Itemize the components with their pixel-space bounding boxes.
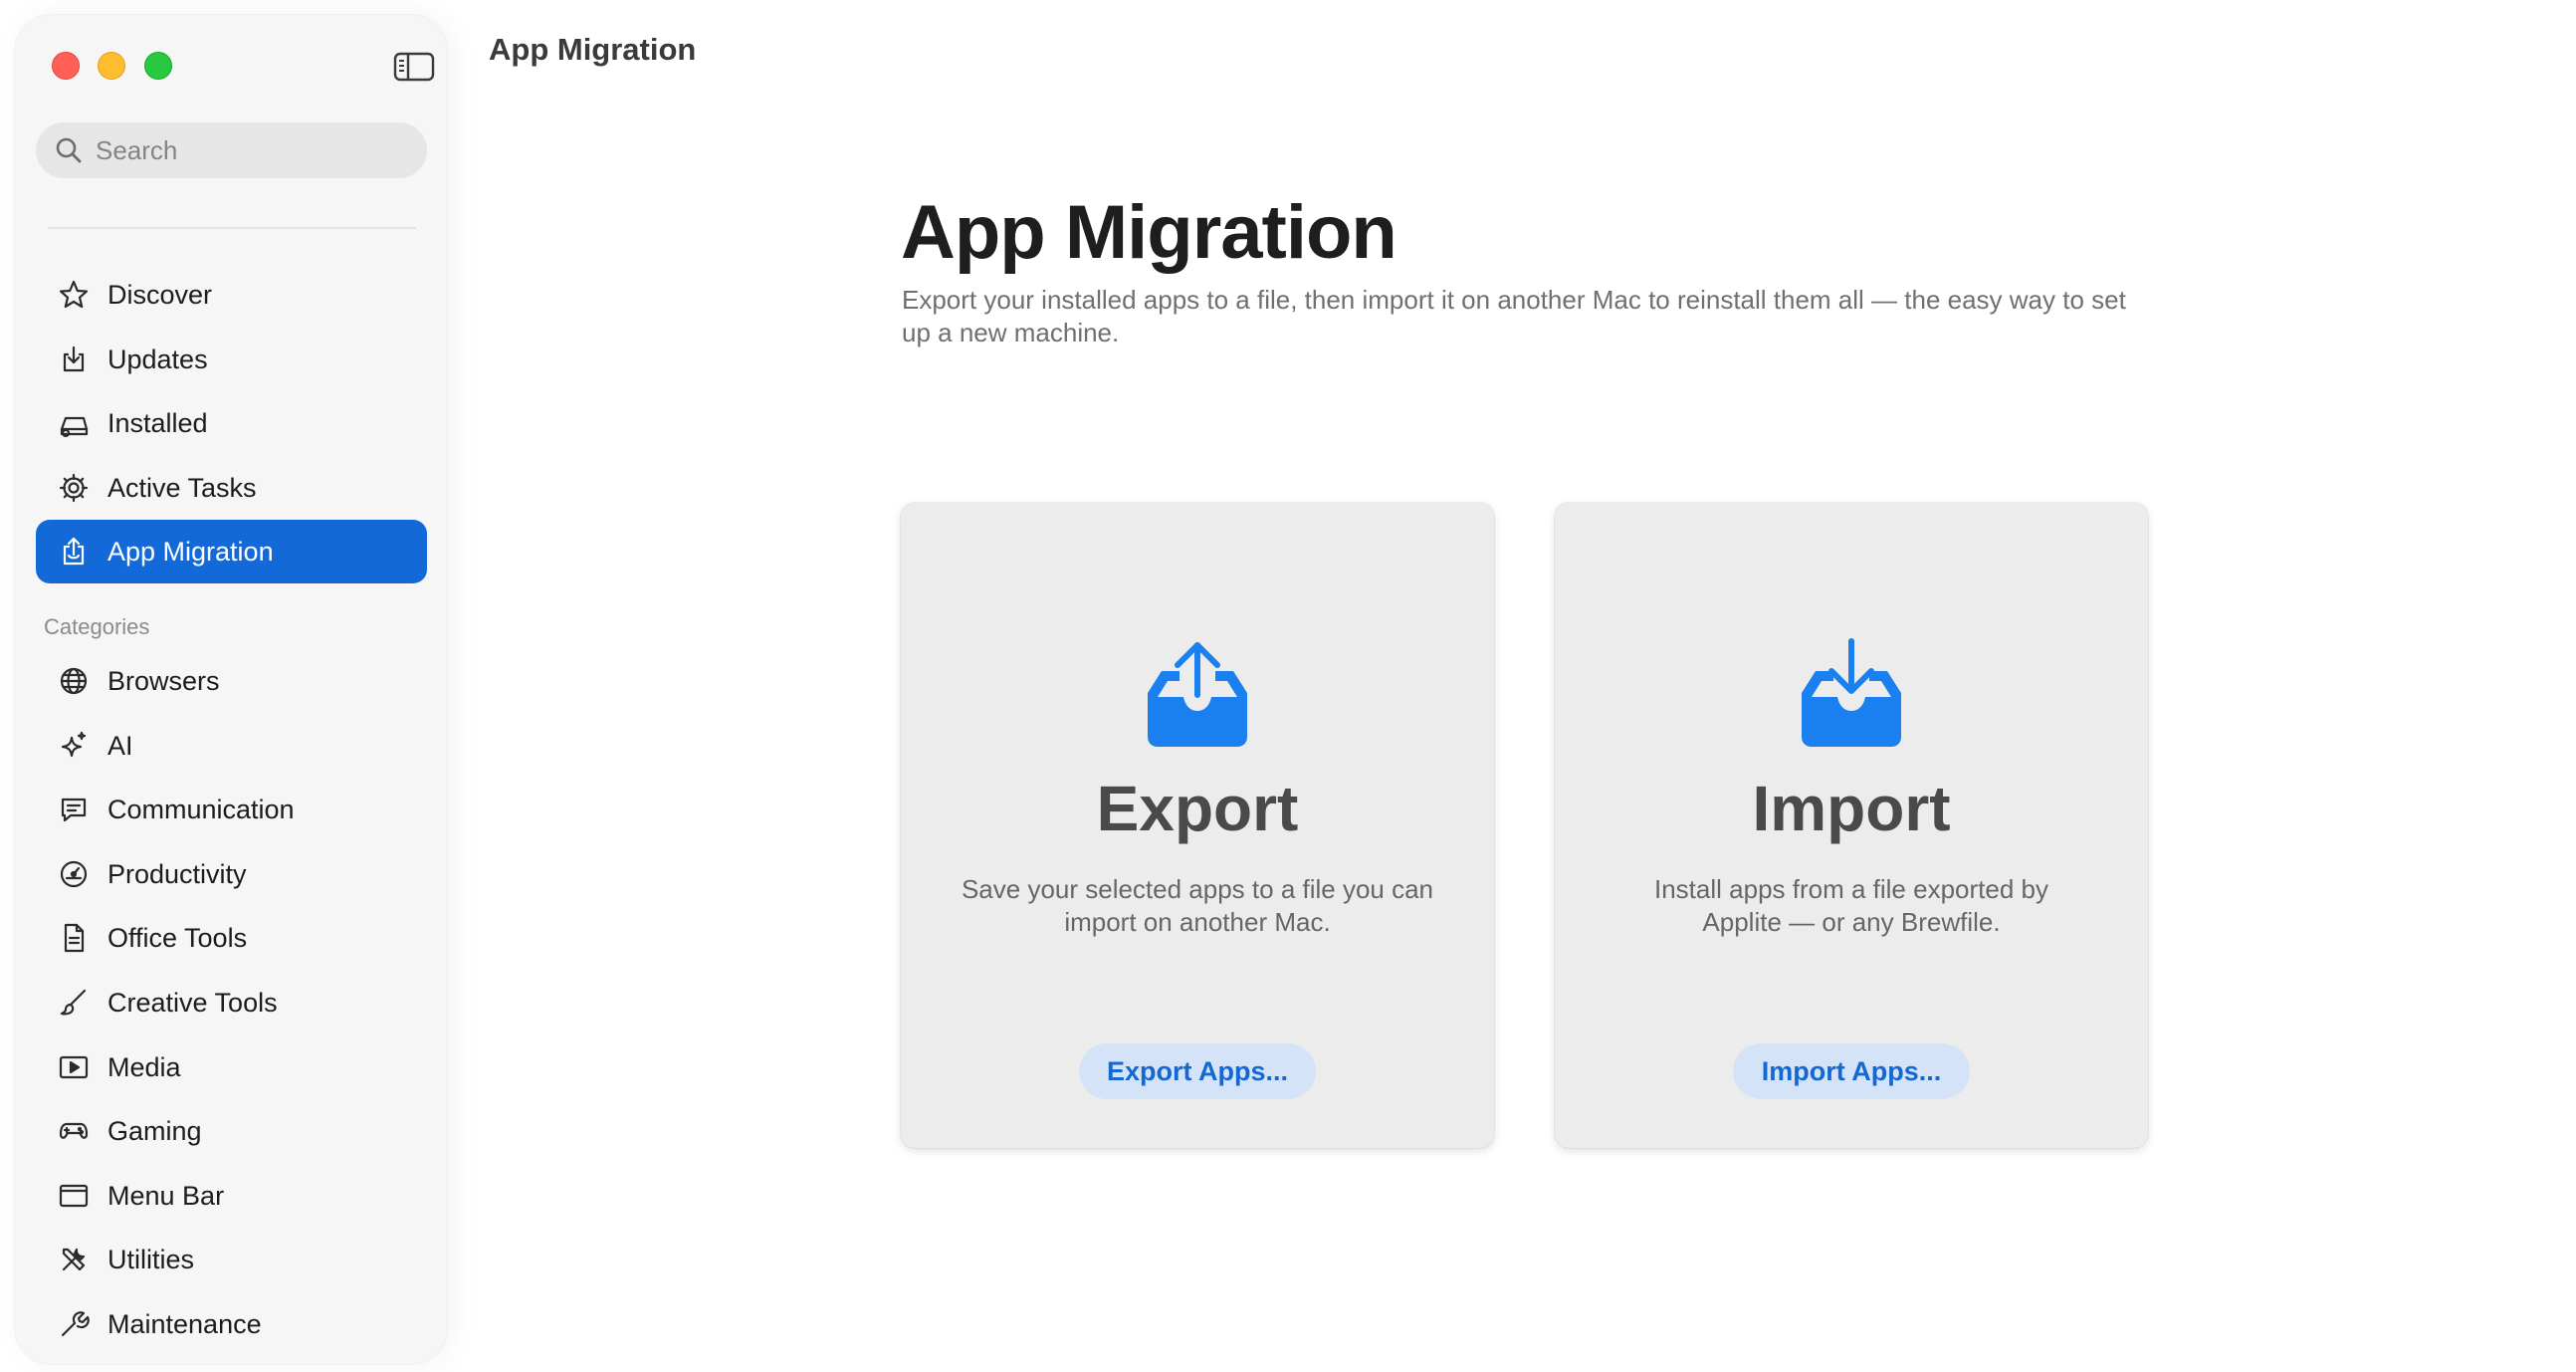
- export-apps-button[interactable]: Export Apps...: [1079, 1043, 1316, 1099]
- window-title: App Migration: [489, 32, 697, 67]
- sidebar-item-label: Menu Bar: [107, 1180, 225, 1211]
- zoom-window-button[interactable]: [144, 52, 172, 80]
- wrench-icon: [56, 1306, 92, 1342]
- sidebar-item-label: App Migration: [107, 536, 274, 567]
- export-description: Save your selected apps to a file you ca…: [961, 874, 1434, 937]
- sidebar-item-label: Gaming: [107, 1115, 202, 1146]
- tools-icon: [56, 1242, 92, 1277]
- page-subtitle: Export your installed apps to a file, th…: [902, 285, 2126, 347]
- sidebar-item-label: Office Tools: [107, 922, 248, 953]
- star-icon: [56, 277, 92, 313]
- sidebar-item-ai[interactable]: AI: [36, 714, 427, 778]
- sidebar-item-label: Maintenance: [107, 1308, 262, 1339]
- sidebar-item-label: Media: [107, 1051, 181, 1082]
- play-icon: [56, 1049, 92, 1085]
- sidebar-item-media[interactable]: Media: [36, 1035, 427, 1099]
- search-icon: [56, 137, 82, 163]
- menubar-icon: [56, 1178, 92, 1214]
- tray-upload-icon: [1140, 637, 1255, 749]
- sidebar-item-label: Installed: [107, 407, 208, 438]
- sidebar-item-installed[interactable]: Installed: [36, 391, 427, 455]
- sidebar-item-label: Utilities: [107, 1244, 195, 1274]
- installed-icon: [56, 405, 92, 441]
- sidebar-item-active-tasks[interactable]: Active Tasks: [36, 456, 427, 520]
- search-input[interactable]: [96, 134, 414, 166]
- export-card: Export Save your selected apps to a file…: [901, 503, 1494, 1148]
- sparkles-icon: [56, 728, 92, 764]
- globe-icon: [56, 663, 92, 699]
- sidebar-divider: [48, 227, 416, 229]
- search-field[interactable]: [36, 122, 427, 178]
- categories-heading: Categories: [44, 614, 150, 639]
- sidebar-item-label: Browsers: [107, 665, 220, 696]
- page-title: App Migration: [901, 190, 1397, 275]
- migration-icon: [56, 534, 92, 570]
- sidebar-item-productivity[interactable]: Productivity: [36, 842, 427, 906]
- sidebar-item-browsers[interactable]: Browsers: [36, 649, 427, 713]
- sidebar-item-label: Discover: [107, 279, 213, 310]
- gamepad-icon: [56, 1113, 92, 1149]
- sidebar-item-communication[interactable]: Communication: [36, 778, 427, 841]
- import-card: Import Install apps from a file exported…: [1555, 503, 2148, 1148]
- gear-icon: [56, 470, 92, 506]
- close-window-button[interactable]: [52, 52, 80, 80]
- paintbrush-icon: [56, 985, 92, 1021]
- minimize-window-button[interactable]: [98, 52, 125, 80]
- sidebar-item-label: Productivity: [107, 858, 247, 889]
- sidebar-item-app-migration[interactable]: App Migration: [36, 520, 427, 583]
- sidebar-item-office-tools[interactable]: Office Tools: [36, 906, 427, 970]
- sidebar-item-label: Creative Tools: [107, 987, 278, 1018]
- document-icon: [56, 920, 92, 956]
- sidebar-item-label: Communication: [107, 794, 295, 824]
- gauge-icon: [56, 856, 92, 892]
- sidebar-toggle-icon[interactable]: [393, 51, 435, 83]
- sidebar-item-gaming[interactable]: Gaming: [36, 1099, 427, 1163]
- sidebar-item-label: AI: [107, 730, 133, 761]
- sidebar-item-maintenance[interactable]: Maintenance: [36, 1292, 427, 1356]
- export-title: Export: [1096, 773, 1299, 844]
- import-description: Install apps from a file exported by App…: [1654, 874, 2048, 937]
- sidebar-item-creative-tools[interactable]: Creative Tools: [36, 971, 427, 1034]
- sidebar-item-utilities[interactable]: Utilities: [36, 1228, 427, 1291]
- sidebar-item-label: Active Tasks: [107, 472, 257, 503]
- download-icon: [56, 342, 92, 377]
- sidebar-item-updates[interactable]: Updates: [36, 328, 427, 391]
- sidebar-item-menu-bar[interactable]: Menu Bar: [36, 1164, 427, 1228]
- tray-download-icon: [1794, 637, 1909, 749]
- import-title: Import: [1752, 773, 1951, 844]
- chat-bubble-icon: [56, 792, 92, 827]
- sidebar-item-label: Updates: [107, 343, 208, 374]
- import-apps-button[interactable]: Import Apps...: [1733, 1043, 1970, 1099]
- sidebar-item-discover[interactable]: Discover: [36, 263, 427, 327]
